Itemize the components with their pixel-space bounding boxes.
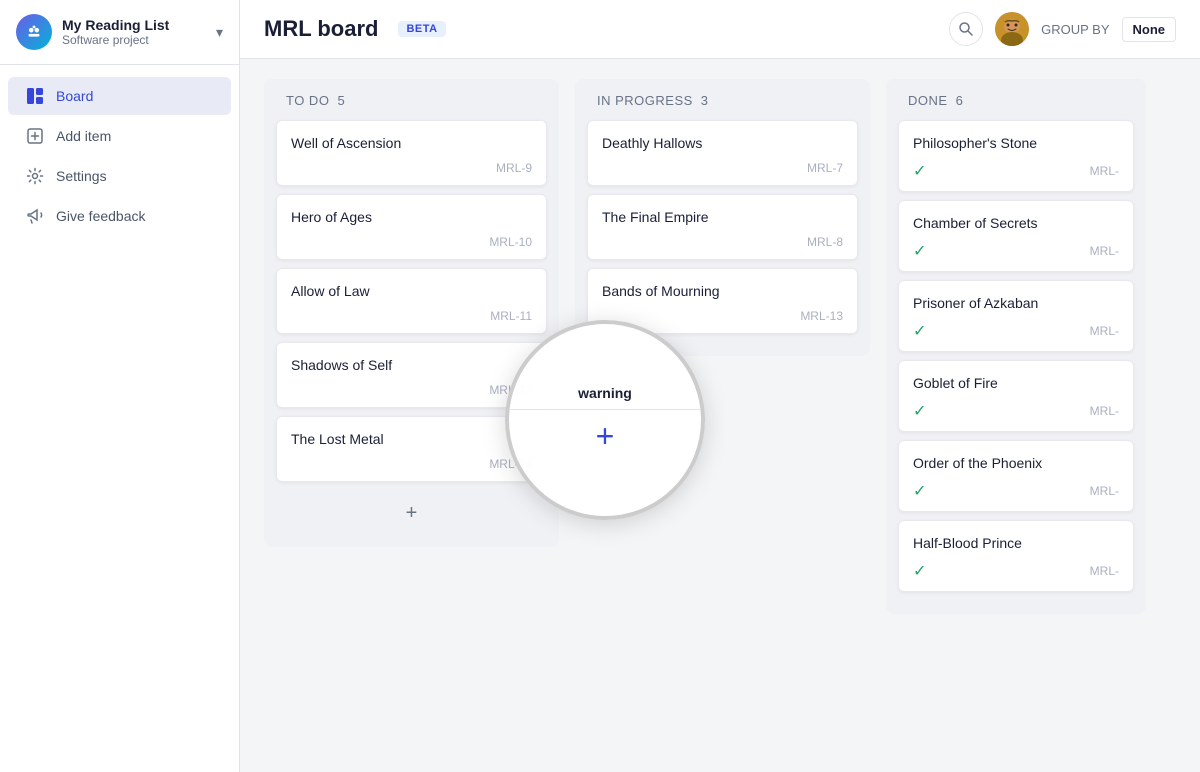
done-check-icon: ✓	[913, 401, 926, 421]
logo-icon	[23, 21, 45, 43]
done-check-icon: ✓	[913, 321, 926, 341]
project-logo	[16, 14, 52, 50]
card-id: MRL-8	[602, 235, 843, 249]
card-title: Shadows of Self	[291, 357, 532, 373]
project-switcher[interactable]: My Reading List Software project ▾	[0, 0, 239, 65]
card-id: MRL-7	[602, 161, 843, 175]
give-feedback-label: Give feedback	[56, 208, 146, 224]
column-inprogress: IN PROGRESS3 Deathly Hallows MRL-7 The F…	[575, 79, 870, 356]
card-mrl3[interactable]: Prisoner of Azkaban ✓ MRL-	[898, 280, 1134, 352]
add-item-label: Add item	[56, 128, 111, 144]
card-id: MRL-	[1090, 484, 1119, 498]
board-icon	[26, 87, 44, 105]
card-mrl5[interactable]: Order of the Phoenix ✓ MRL-	[898, 440, 1134, 512]
card-id: MRL-	[1090, 244, 1119, 258]
card-id: MRL-	[1090, 404, 1119, 418]
main-content: MRL board BETA GROUP BY None	[240, 0, 1200, 772]
overlay-add-button[interactable]: +	[596, 418, 615, 455]
done-check-icon: ✓	[913, 481, 926, 501]
sidebar-item-add-item[interactable]: Add item	[8, 117, 231, 155]
card-id: MRL-9	[291, 161, 532, 175]
overlay-circle[interactable]: warning +	[505, 320, 705, 520]
card-id: MRL-13	[602, 309, 843, 323]
group-by-label: GROUP BY	[1041, 22, 1109, 37]
sidebar-item-settings[interactable]: Settings	[8, 157, 231, 195]
card-title: Chamber of Secrets	[913, 215, 1119, 231]
group-by-select[interactable]: None	[1122, 17, 1177, 42]
card-id: MRL-	[1090, 164, 1119, 178]
chevron-down-icon: ▾	[216, 24, 223, 41]
card-id: MRL-12	[291, 383, 532, 397]
card-id: MRL-14	[291, 457, 532, 471]
card-title: Deathly Hallows	[602, 135, 843, 151]
card-mrl7[interactable]: Deathly Hallows MRL-7	[587, 120, 858, 186]
card-title: Bands of Mourning	[602, 283, 843, 299]
card-id: MRL-10	[291, 235, 532, 249]
card-mrl8[interactable]: The Final Empire MRL-8	[587, 194, 858, 260]
column-inprogress-header: IN PROGRESS3	[587, 93, 858, 108]
sidebar-nav: Board Add item Settings	[0, 65, 239, 247]
megaphone-icon	[26, 207, 44, 225]
sidebar-item-give-feedback[interactable]: Give feedback	[8, 197, 231, 235]
beta-badge: BETA	[398, 21, 445, 37]
topbar: MRL board BETA GROUP BY None	[240, 0, 1200, 59]
column-todo: TO DO5 Well of Ascension MRL-9 Hero of A…	[264, 79, 559, 547]
card-title: The Lost Metal	[291, 431, 532, 447]
overlay-warning-text: warning	[558, 385, 652, 401]
card-mrl9[interactable]: Well of Ascension MRL-9	[276, 120, 547, 186]
card-mrl2[interactable]: Chamber of Secrets ✓ MRL-	[898, 200, 1134, 272]
settings-label: Settings	[56, 168, 107, 184]
project-sub: Software project	[62, 33, 216, 47]
column-done-header: DONE6	[898, 93, 1134, 108]
card-mrl6[interactable]: Half-Blood Prince ✓ MRL-	[898, 520, 1134, 592]
column-done: DONE6 Philosopher's Stone ✓ MRL- Chamber…	[886, 79, 1146, 614]
project-name: My Reading List	[62, 17, 216, 33]
card-title: Allow of Law	[291, 283, 532, 299]
add-todo-card-button[interactable]: +	[276, 494, 547, 533]
avatar[interactable]	[995, 12, 1029, 46]
sidebar-item-board[interactable]: Board	[8, 77, 231, 115]
card-title: Prisoner of Azkaban	[913, 295, 1119, 311]
sidebar: My Reading List Software project ▾ Board	[0, 0, 240, 772]
card-title: The Final Empire	[602, 209, 843, 225]
card-mrl1[interactable]: Philosopher's Stone ✓ MRL-	[898, 120, 1134, 192]
card-mrl10[interactable]: Hero of Ages MRL-10	[276, 194, 547, 260]
done-check-icon: ✓	[913, 161, 926, 181]
card-title: Order of the Phoenix	[913, 455, 1119, 471]
board-area: TO DO5 Well of Ascension MRL-9 Hero of A…	[240, 59, 1200, 772]
search-button[interactable]	[949, 12, 983, 46]
project-info: My Reading List Software project	[62, 17, 216, 47]
card-title: Half-Blood Prince	[913, 535, 1119, 551]
done-check-icon: ✓	[913, 561, 926, 581]
done-check-icon: ✓	[913, 241, 926, 261]
card-title: Goblet of Fire	[913, 375, 1119, 391]
card-mrl4[interactable]: Goblet of Fire ✓ MRL-	[898, 360, 1134, 432]
column-todo-header: TO DO5	[276, 93, 547, 108]
page-title: MRL board	[264, 16, 378, 42]
card-id: MRL-	[1090, 564, 1119, 578]
gear-icon	[26, 167, 44, 185]
card-id: MRL-	[1090, 324, 1119, 338]
card-mrl11[interactable]: Allow of Law MRL-11	[276, 268, 547, 334]
card-id: MRL-11	[291, 309, 532, 323]
card-title: Well of Ascension	[291, 135, 532, 151]
add-item-icon	[26, 127, 44, 145]
overlay-divider	[509, 409, 701, 410]
card-title: Hero of Ages	[291, 209, 532, 225]
board-label: Board	[56, 88, 93, 104]
card-title: Philosopher's Stone	[913, 135, 1119, 151]
